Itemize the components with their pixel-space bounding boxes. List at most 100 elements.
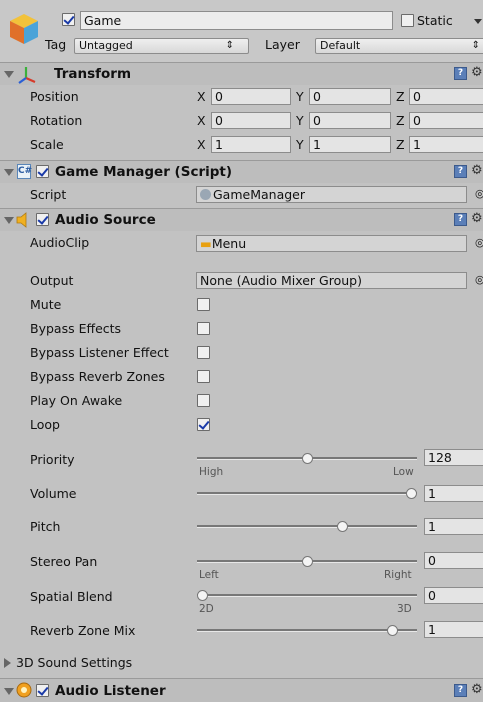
game-manager-help-book-icon[interactable]: ? — [454, 165, 467, 178]
audio-source-fold-arrow-icon[interactable] — [4, 217, 14, 224]
static-label: Static — [417, 13, 453, 28]
transform-help-book-icon[interactable]: ? — [454, 67, 467, 80]
spatial-blend-slider-track[interactable] — [197, 594, 417, 597]
script-field[interactable]: GameManager — [196, 186, 467, 203]
scale-x-label[interactable]: X — [197, 137, 206, 152]
bypass-reverb-zones-label: Bypass Reverb Zones — [30, 369, 165, 384]
mute-checkbox[interactable] — [197, 298, 210, 311]
audioclip-value: Menu — [211, 236, 247, 251]
volume-value-field[interactable]: 1 — [424, 485, 483, 502]
position-x-field[interactable]: 0 — [211, 88, 291, 105]
reverb-zone-mix-slider-track[interactable] — [197, 629, 417, 632]
audio-listener-enabled-checkbox[interactable] — [36, 684, 49, 697]
audio-listener-icon — [16, 682, 32, 698]
loop-label: Loop — [30, 417, 60, 432]
game-manager-title: Game Manager (Script) — [55, 164, 233, 180]
3d-sound-settings-label[interactable]: 3D Sound Settings — [16, 655, 132, 670]
position-z-field[interactable]: 0 — [409, 88, 483, 105]
stereo-pan-value-field[interactable]: 0 — [424, 552, 483, 569]
transform-fold-arrow-icon[interactable] — [4, 71, 14, 78]
script-icon: C# — [17, 164, 32, 179]
layer-dropdown[interactable]: Default ⇕ — [315, 38, 483, 54]
rotation-y-label[interactable]: Y — [296, 113, 304, 128]
output-object-picker-icon[interactable]: ◎ — [475, 273, 483, 286]
priority-value-field[interactable]: 128 — [424, 449, 483, 466]
rotation-y-field[interactable]: 0 — [309, 112, 391, 129]
script-object-picker-icon[interactable]: ◎ — [475, 187, 483, 200]
tag-dropdown[interactable]: Untagged ⇕ — [74, 38, 249, 54]
transform-gear-icon[interactable]: ⚙ — [471, 66, 483, 79]
audio-listener-gear-icon[interactable]: ⚙ — [471, 683, 483, 696]
priority-low-label: Low — [393, 466, 414, 478]
audio-source-speaker-icon — [16, 212, 32, 228]
rotation-label: Rotation — [30, 113, 83, 128]
volume-label: Volume — [30, 486, 77, 501]
bypass-reverb-zones-checkbox[interactable] — [197, 370, 210, 383]
3d-sound-settings-fold-arrow-icon[interactable] — [4, 658, 11, 668]
position-z-label[interactable]: Z — [396, 89, 405, 104]
rotation-x-label[interactable]: X — [197, 113, 206, 128]
spatial-blend-value-field[interactable]: 0 — [424, 587, 483, 604]
spatial-blend-3d-label: 3D — [397, 603, 412, 615]
game-manager-gear-icon[interactable]: ⚙ — [471, 164, 483, 177]
volume-slider-track[interactable] — [197, 492, 417, 495]
audioclip-field[interactable]: ▬Menu — [196, 235, 467, 252]
play-on-awake-checkbox[interactable] — [197, 394, 210, 407]
stereo-pan-right-label: Right — [384, 569, 412, 581]
bypass-listener-effects-checkbox[interactable] — [197, 346, 210, 359]
spatial-blend-slider-thumb[interactable] — [197, 590, 208, 601]
audioclip-file-icon: ▬ — [200, 236, 212, 251]
priority-high-label: High — [199, 466, 224, 478]
position-x-label[interactable]: X — [197, 89, 206, 104]
gameobject-name-field[interactable]: Game — [80, 11, 393, 30]
spatial-blend-label: Spatial Blend — [30, 589, 113, 604]
game-manager-fold-arrow-icon[interactable] — [4, 169, 14, 176]
reverb-zone-mix-slider-thumb[interactable] — [387, 625, 399, 636]
position-y-field[interactable]: 0 — [309, 88, 391, 105]
scale-y-field[interactable]: 1 — [309, 136, 391, 153]
mute-label: Mute — [30, 297, 62, 312]
tag-value: Untagged — [79, 39, 133, 52]
priority-slider-thumb[interactable] — [301, 453, 313, 464]
script-label: Script — [30, 187, 67, 202]
spatial-blend-2d-label: 2D — [199, 603, 214, 615]
stereo-pan-slider-thumb[interactable] — [301, 556, 313, 567]
scale-x-field[interactable]: 1 — [211, 136, 291, 153]
script-value: GameManager — [213, 187, 306, 202]
tag-label: Tag — [45, 37, 67, 52]
pitch-label: Pitch — [30, 519, 61, 534]
reverb-zone-mix-value-field[interactable]: 1 — [424, 621, 483, 638]
gameobject-cube-icon — [8, 12, 40, 46]
scale-z-field[interactable]: 1 — [409, 136, 483, 153]
bypass-effects-checkbox[interactable] — [197, 322, 210, 335]
loop-checkbox[interactable] — [197, 418, 210, 431]
transform-title: Transform — [54, 66, 132, 82]
audio-source-enabled-checkbox[interactable] — [36, 213, 49, 226]
rotation-z-field[interactable]: 0 — [409, 112, 483, 129]
volume-slider-thumb[interactable] — [406, 488, 417, 499]
gameobject-active-checkbox[interactable] — [62, 13, 75, 26]
audio-listener-fold-arrow-icon[interactable] — [4, 688, 14, 695]
audio-source-gear-icon[interactable]: ⚙ — [471, 212, 483, 225]
audio-listener-help-book-icon[interactable]: ? — [454, 684, 467, 697]
pitch-slider-thumb[interactable] — [337, 521, 349, 532]
audioclip-object-picker-icon[interactable]: ◎ — [475, 236, 483, 249]
scale-label: Scale — [30, 137, 64, 152]
rotation-x-field[interactable]: 0 — [211, 112, 291, 129]
scale-y-label[interactable]: Y — [296, 137, 304, 152]
static-dropdown-arrow-icon[interactable] — [474, 19, 482, 24]
pitch-value-field[interactable]: 1 — [424, 518, 483, 535]
audio-source-help-book-icon[interactable]: ? — [454, 213, 467, 226]
bypass-effects-label: Bypass Effects — [30, 321, 122, 336]
position-y-label[interactable]: Y — [296, 89, 304, 104]
pitch-slider-track[interactable] — [197, 525, 417, 528]
rotation-z-label[interactable]: Z — [396, 113, 405, 128]
static-checkbox[interactable] — [401, 14, 414, 27]
output-label: Output — [30, 273, 74, 288]
bypass-listener-effects-label: Bypass Listener Effect — [30, 345, 169, 360]
output-field[interactable]: None (Audio Mixer Group) — [196, 272, 467, 289]
scale-z-label[interactable]: Z — [396, 137, 405, 152]
audioclip-label: AudioClip — [30, 235, 90, 250]
tag-dropdown-arrow-icon: ⇕ — [225, 40, 234, 51]
game-manager-enabled-checkbox[interactable] — [36, 165, 49, 178]
